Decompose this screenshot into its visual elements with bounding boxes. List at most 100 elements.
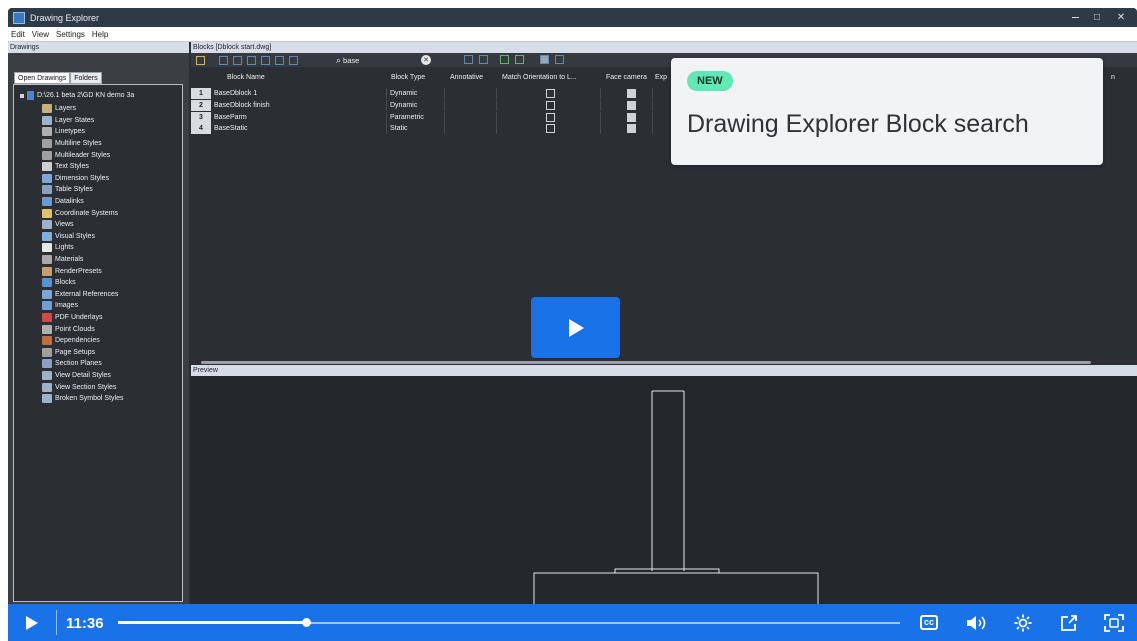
tree-item-blocks[interactable]: Blocks [42, 277, 76, 289]
clear-search-icon[interactable]: ✕ [421, 55, 431, 65]
tree-item-broken-symbol-styles[interactable]: Broken Symbol Styles [42, 393, 123, 405]
visual-styles-icon [42, 231, 52, 241]
maximize-button[interactable]: □ [1084, 8, 1110, 27]
col-match-orientation[interactable]: Match Orientation to L... [502, 74, 577, 81]
tree-item-view-section-styles[interactable]: View Section Styles [42, 381, 116, 393]
match-orientation-checkbox[interactable] [546, 112, 555, 122]
tree-root-label: D:\26.1 beta 2\GD KN demo 3a [37, 92, 135, 99]
tree-item-datalinks[interactable]: Datalinks [42, 196, 84, 208]
drawings-panel: Drawings Open Drawings Folders D:\26.1 b… [8, 42, 189, 628]
table-row[interactable]: 2 BaseDblock finish Dynamic [191, 99, 671, 112]
tree-item-label: Section Planes [55, 360, 102, 368]
table-row[interactable]: 3 BaseParm Parametric [191, 111, 671, 124]
fullscreen-button[interactable] [1098, 604, 1130, 641]
tree-item-linetypes[interactable]: Linetypes [42, 126, 85, 138]
volume-icon [967, 615, 986, 630]
sync-icon[interactable] [515, 55, 524, 64]
play-pause-button[interactable] [8, 604, 56, 641]
wblock-icon[interactable] [464, 55, 473, 64]
tree-item-table-styles[interactable]: Table Styles [42, 184, 93, 196]
dependencies-icon [42, 336, 52, 346]
tree-item-layers[interactable]: Layers [42, 103, 76, 115]
col-block-type[interactable]: Block Type [391, 74, 425, 81]
tree-item-view-detail-styles[interactable]: View Detail Styles [42, 370, 111, 382]
settings-button[interactable] [1008, 604, 1038, 641]
col-annotative[interactable]: Annotative [450, 74, 483, 81]
tree-root-drawing[interactable]: D:\26.1 beta 2\GD KN demo 3a [20, 91, 134, 100]
refresh-icon[interactable] [500, 55, 509, 64]
tree-item-point-clouds[interactable]: Point Clouds [42, 323, 95, 335]
new-block-icon[interactable] [196, 55, 205, 65]
fullscreen-icon [1104, 613, 1124, 632]
tree-item-views[interactable]: Views [42, 219, 74, 231]
volume-button[interactable] [962, 604, 992, 641]
tree-item-lights[interactable]: Lights [42, 242, 74, 254]
layers-icon [42, 104, 52, 114]
col-block-name[interactable]: Block Name [227, 74, 265, 81]
purge-icon[interactable] [275, 55, 284, 65]
insert-icon[interactable] [247, 55, 256, 65]
tree-item-multiline-styles[interactable]: Multiline Styles [42, 138, 102, 150]
blocks-horizontal-scrollbar[interactable] [201, 361, 1091, 364]
tree-item-section-planes[interactable]: Section Planes [42, 358, 102, 370]
tree-item-label: Text Styles [55, 163, 89, 171]
menu-view[interactable]: View [32, 30, 49, 39]
layer-states-icon [42, 115, 52, 125]
close-button[interactable]: ✕ [1108, 8, 1134, 27]
edit-icon[interactable] [261, 55, 270, 65]
tree-item-label: Coordinate Systems [55, 209, 119, 217]
grid-view-icon[interactable] [540, 55, 549, 64]
match-orientation-checkbox[interactable] [546, 124, 555, 134]
tree-item-multileader-styles[interactable]: Multileader Styles [42, 149, 110, 161]
row-number: 1 [191, 88, 211, 99]
search-input[interactable] [343, 55, 414, 65]
table-row[interactable]: 1 BaseDblock 1 Dynamic [191, 88, 671, 100]
col-exp[interactable]: Exp [655, 74, 667, 81]
face-camera-checkbox[interactable] [627, 100, 636, 110]
paste-icon[interactable] [233, 55, 242, 65]
table-row[interactable]: 4 BaseStatic Static [191, 123, 671, 135]
tree-item-pdf-underlays[interactable]: PDF Underlays [42, 312, 102, 324]
tree-item-visual-styles[interactable]: Visual Styles [42, 231, 95, 243]
play-button[interactable] [531, 297, 620, 358]
match-orientation-checkbox[interactable] [546, 100, 555, 110]
tree-item-dimension-styles[interactable]: Dimension Styles [42, 173, 109, 185]
face-camera-checkbox[interactable] [627, 89, 636, 98]
list-view-icon[interactable] [555, 55, 564, 64]
expand-icon[interactable] [20, 93, 24, 98]
images-icon [42, 301, 52, 311]
col-face-camera[interactable]: Face camera [606, 74, 647, 81]
control-divider [56, 610, 57, 635]
tree-item-render-presets[interactable]: RenderPresets [42, 265, 102, 277]
captions-icon: cc [919, 615, 938, 630]
captions-button[interactable]: cc [914, 604, 944, 641]
tree-item-images[interactable]: Images [42, 300, 78, 312]
share-button[interactable] [1054, 604, 1084, 641]
tree-item-layer-states[interactable]: Layer States [42, 115, 94, 127]
tree-item-text-styles[interactable]: Text Styles [42, 161, 89, 173]
match-orientation-checkbox[interactable] [546, 89, 555, 98]
face-camera-checkbox[interactable] [627, 124, 636, 134]
menu-help[interactable]: Help [92, 30, 108, 39]
minimize-icon [1071, 17, 1079, 18]
seek-handle[interactable] [301, 618, 311, 627]
tree-item-external-references[interactable]: External References [42, 289, 118, 301]
tree-item-page-setups[interactable]: Page Setups [42, 347, 95, 359]
export-icon[interactable] [479, 55, 488, 64]
preview-panel: Preview [191, 365, 1137, 608]
menu-edit[interactable]: Edit [11, 30, 25, 39]
menu-settings[interactable]: Settings [56, 30, 85, 39]
tree-item-label: Layers [55, 105, 77, 113]
col-truncated[interactable]: n [1111, 74, 1115, 81]
rename-icon[interactable] [289, 55, 298, 65]
broken-symbol-styles-icon [42, 394, 52, 404]
tree-item-materials[interactable]: Materials [42, 254, 83, 266]
tree-item-dependencies[interactable]: Dependencies [42, 335, 100, 347]
video-control-bar: 11:36 cc [8, 604, 1137, 641]
tree-item-label: Multiline Styles [55, 140, 102, 148]
face-camera-checkbox[interactable] [627, 112, 636, 122]
tab-folders[interactable]: Folders [70, 72, 102, 84]
tree-item-coordinate-systems[interactable]: Coordinate Systems [42, 207, 118, 219]
tab-open-drawings[interactable]: Open Drawings [14, 72, 71, 84]
copy-icon[interactable] [219, 55, 228, 65]
